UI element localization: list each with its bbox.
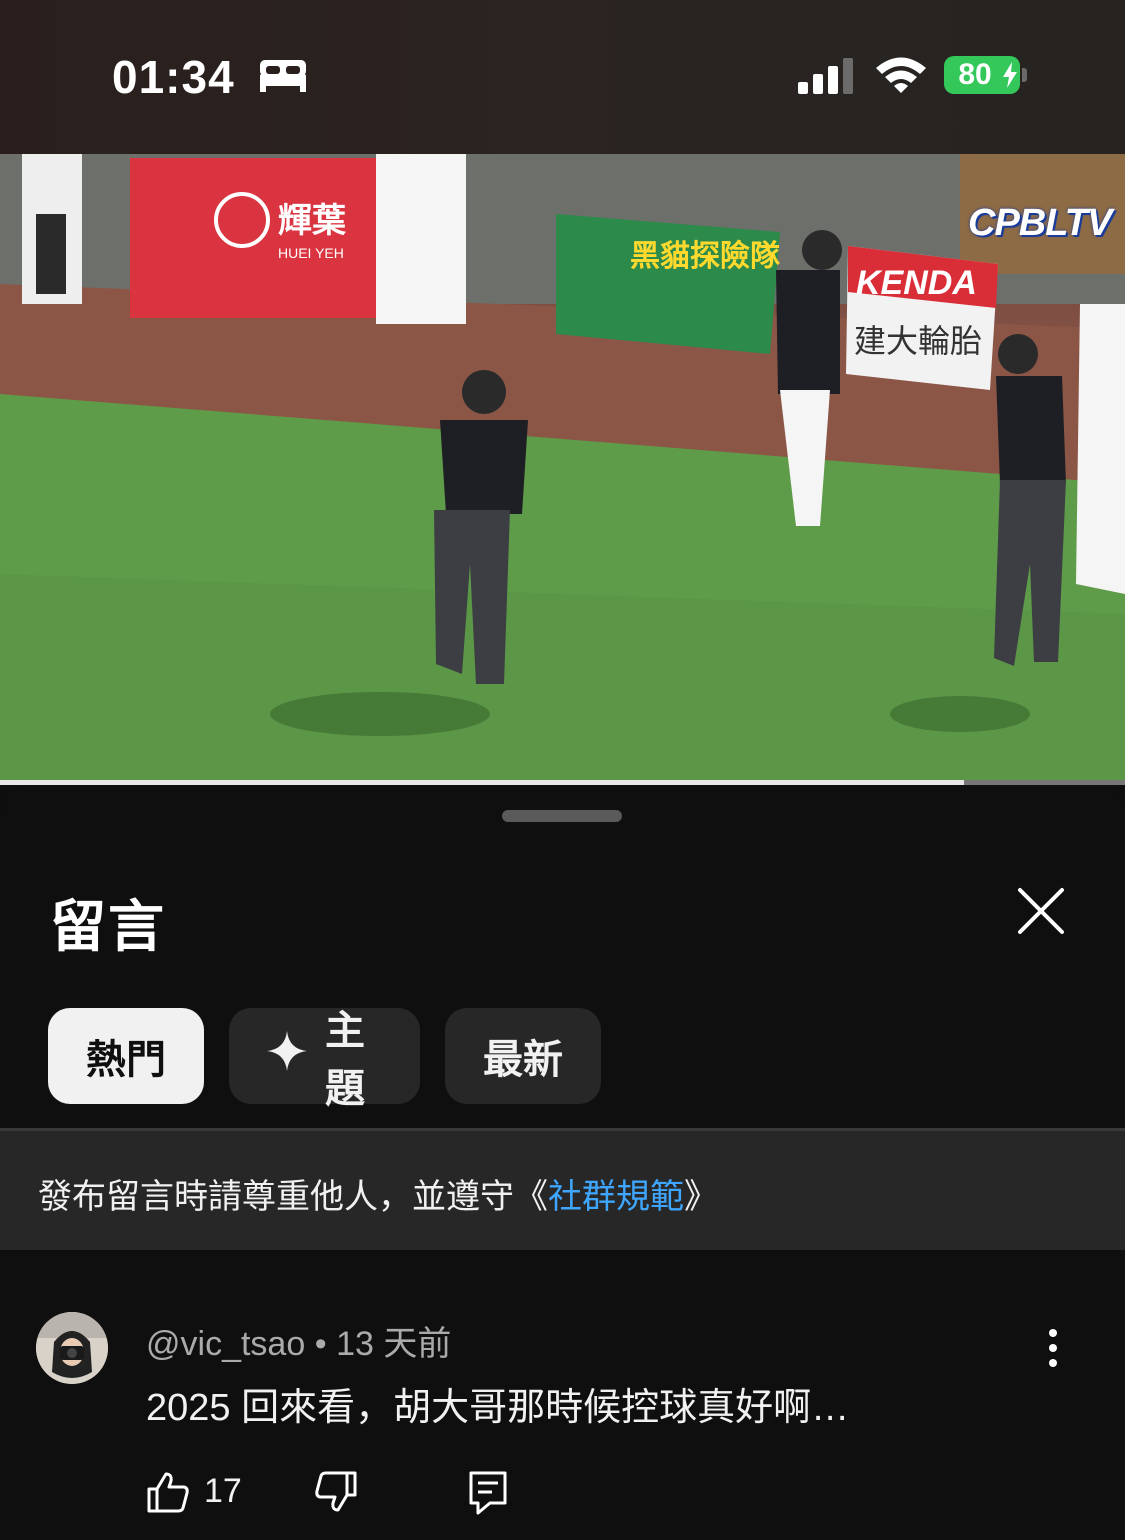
chip-topics[interactable]: 主題 xyxy=(229,1008,420,1111)
notice-prefix: 發布留言時請尊重他人，並遵守《 xyxy=(38,1178,548,1216)
sign-brand-1: 輝葉 xyxy=(278,201,347,241)
chip-label: 主題 xyxy=(325,1009,365,1111)
sign-brand-2: 黑貓探險隊 xyxy=(630,239,780,274)
sheet-title: 留言 xyxy=(50,895,166,958)
battery-cap xyxy=(1022,68,1027,82)
close-icon xyxy=(1018,888,1064,934)
video-player[interactable]: 輝葉 HUEI YEH 黑貓探險隊 KENDA 建大輪胎 CPBLTV xyxy=(0,154,1125,784)
community-notice: 發布留言時請尊重他人，並遵守《社群規範》 xyxy=(0,1128,1125,1250)
cpbltv-watermark: CPBLTV xyxy=(968,202,1112,244)
bed-icon xyxy=(258,58,308,97)
video-progress-fill xyxy=(0,780,965,785)
meta-separator: • xyxy=(314,1325,327,1363)
battery-level: 80 xyxy=(958,58,992,91)
chip-label: 最新 xyxy=(483,1038,563,1082)
like-count: 17 xyxy=(204,1472,242,1510)
comments-sheet: 留言 熱門 主題 最新 發布留言時請尊重他人，並遵守《社群規範》 @vic_ts… xyxy=(0,786,1125,1540)
avatar[interactable] xyxy=(36,1312,108,1384)
chip-popular[interactable]: 熱門 xyxy=(48,1008,204,1104)
chip-newest[interactable]: 最新 xyxy=(445,1008,601,1104)
sign-brand-3: KENDA xyxy=(856,264,977,302)
wifi-icon xyxy=(874,55,928,100)
sparkle-icon xyxy=(267,1031,307,1081)
notice-text: 發布留言時請尊重他人，並遵守《社群規範》 xyxy=(38,1169,718,1218)
chip-label: 熱門 xyxy=(86,1038,166,1082)
video-frame: 輝葉 HUEI YEH 黑貓探險隊 KENDA 建大輪胎 xyxy=(0,154,1125,784)
sign-brand-3-sub: 建大輪胎 xyxy=(854,322,982,360)
bolt-icon xyxy=(1002,62,1018,93)
video-progress-bar[interactable] xyxy=(0,780,1125,785)
close-button[interactable] xyxy=(1012,882,1070,940)
comment-author[interactable]: @vic_tsao xyxy=(146,1325,305,1363)
community-guidelines-link[interactable]: 社群規範 xyxy=(548,1178,684,1216)
status-time: 01:34 xyxy=(112,51,235,103)
more-options-icon[interactable] xyxy=(1040,1328,1066,1373)
signal-icon xyxy=(798,58,856,99)
battery-icon: 80 xyxy=(944,56,1020,94)
dislike-icon[interactable] xyxy=(314,1470,358,1519)
comment-meta: @vic_tsao • 13 天前 xyxy=(146,1316,451,1365)
comment-time: 13 天前 xyxy=(336,1325,452,1363)
notice-suffix: 》 xyxy=(684,1178,718,1216)
status-bar: 01:34 80 xyxy=(0,0,1125,154)
sign-brand-1-en: HUEI YEH xyxy=(278,245,344,261)
filter-chips: 熱門 主題 最新 xyxy=(48,1008,601,1111)
drag-handle[interactable] xyxy=(502,810,622,822)
comment-text[interactable]: 2025 回來看，胡大哥那時候控球真好啊… xyxy=(146,1376,849,1431)
like-icon[interactable] xyxy=(146,1470,190,1519)
reply-icon[interactable] xyxy=(468,1470,508,1521)
